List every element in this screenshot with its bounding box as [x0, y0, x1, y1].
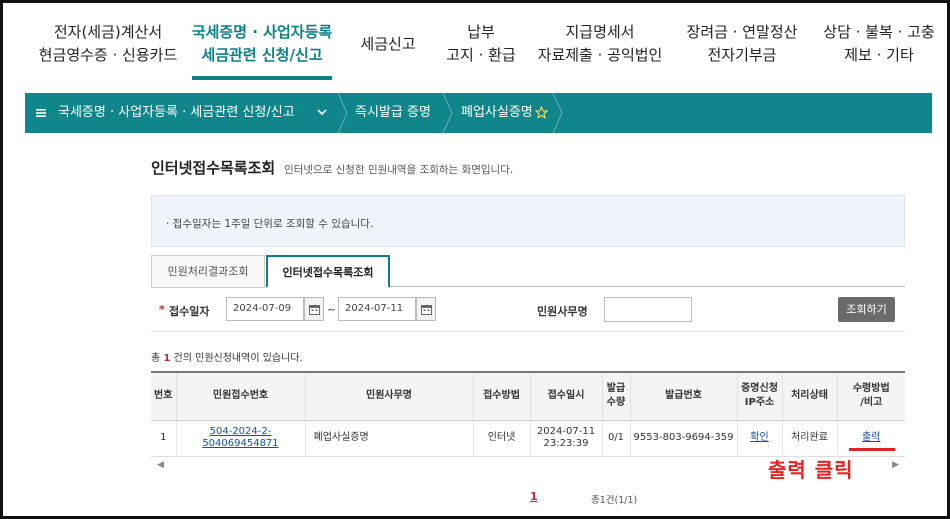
chevron-down-icon[interactable] — [317, 93, 327, 133]
breadcrumb-level3-label: 폐업사실증명 — [461, 105, 533, 120]
col-header-status: 처리상태 — [781, 371, 837, 421]
service-name-label: 민원사무명 — [537, 305, 588, 318]
col-header-ip-address: 증명신청 IP주소 — [736, 371, 782, 421]
topnav-item-line2: 세금관련 신청/신고 — [201, 46, 323, 64]
required-mark: * — [159, 303, 165, 316]
topnav-item-payment[interactable]: 납부 고지 · 환급 — [439, 21, 523, 67]
print-link-highlight — [849, 448, 895, 451]
scroll-left-icon[interactable]: ◀ — [157, 460, 164, 470]
cell-ip-address: 확인 — [736, 420, 782, 457]
result-table: 번호 민원접수번호 민원사무명 접수방법 접수일시 발급 수량 발급번호 증명신… — [151, 371, 905, 457]
scroll-right-icon[interactable]: ▶ — [892, 460, 899, 470]
topnav-item-line1: 지급명세서 — [565, 23, 635, 41]
cell-status: 처리완료 — [781, 420, 837, 457]
pagination-total: 총1건(1/1) — [591, 495, 638, 506]
print-link[interactable]: 출력 — [862, 432, 880, 443]
cell-service-name: 폐업사실증명 — [304, 420, 473, 457]
active-menu-underline — [192, 76, 332, 80]
annotation-text: 출력 클릭 — [768, 458, 854, 482]
date-to-input[interactable]: 2024-07-11 — [338, 297, 416, 321]
date-label: 접수일자 — [169, 305, 210, 318]
topnav-item-consulting[interactable]: 상담 · 불복 · 고충 제보 · 기타 — [817, 21, 941, 67]
topnav-item-e-invoice[interactable]: 전자(세금)계산서 현금영수증 · 신용카드 — [38, 21, 178, 67]
receipt-no-link[interactable]: 504-2024-2-504069454871 — [202, 426, 278, 449]
breadcrumb-separator — [442, 93, 453, 133]
breadcrumb-level2[interactable]: 즉시발급 증명 — [355, 93, 431, 133]
calendar-icon[interactable] — [304, 297, 324, 321]
breadcrumb: 국세증명 · 사업자등록 · 세금관련 신청/신고 즉시발급 증명 폐업사실증명 — [25, 93, 932, 133]
result-count-prefix: 총 — [151, 353, 164, 364]
breadcrumb-level1-label: 국세증명 · 사업자등록 · 세금관련 신청/신고 — [58, 105, 295, 120]
notice-box: · 접수일자는 1주일 단위로 조회할 수 있습니다. — [151, 195, 905, 247]
topnav-item-line1: 세금신고 — [360, 35, 416, 53]
page-title: 인터넷접수목록조회 — [151, 159, 276, 177]
tab-processing-result[interactable]: 민원처리결과조회 — [151, 255, 265, 288]
col-header-method: 접수방법 — [472, 371, 530, 421]
date-range-separator: ~ — [327, 303, 337, 316]
breadcrumb-level2-label: 즉시발급 증명 — [355, 105, 431, 120]
result-count-suffix: 건의 민원신청내역이 있습니다. — [170, 353, 303, 364]
pagination-current-page[interactable]: 1 — [530, 490, 538, 503]
tab-internet-receipt-list[interactable]: 인터넷접수목록조회 — [266, 255, 390, 288]
topnav-item-line2: 자료제출 · 공익법인 — [537, 46, 663, 64]
topnav-item-payment-statement[interactable]: 지급명세서 자료제출 · 공익법인 — [535, 21, 665, 67]
breadcrumb-separator — [337, 93, 348, 133]
topnav-item-line2: 전자기부금 — [707, 46, 777, 64]
topnav-item-line2: 제보 · 기타 — [844, 46, 914, 64]
topnav-item-incentive[interactable]: 장려금 · 연말정산 전자기부금 — [677, 21, 807, 67]
topnav-item-line1: 장려금 · 연말정산 — [686, 23, 798, 41]
topnav-item-tax-return[interactable]: 세금신고 — [350, 33, 426, 56]
topnav-item-line2: 현금영수증 · 신용카드 — [38, 46, 178, 64]
col-header-issue-no: 발급번호 — [629, 371, 737, 421]
notice-text: · 접수일자는 1주일 단위로 조회할 수 있습니다. — [166, 218, 374, 230]
service-name-input[interactable] — [604, 297, 692, 322]
page-description: 인터넷으로 신청한 민원내역을 조회하는 화면입니다. — [284, 164, 514, 176]
top-navigation: 전자(세금)계산서 현금영수증 · 신용카드 국세증명 · 사업자등록 세금관련… — [3, 3, 947, 89]
cell-issue-no: 9553-803-9694-359 — [629, 420, 737, 457]
cell-receipt-no: 504-2024-2-504069454871 — [175, 420, 305, 457]
table-row: 1 504-2024-2-504069454871 폐업사실증명 인터넷 202… — [151, 420, 905, 457]
cell-quantity: 0/1 — [601, 420, 630, 457]
cell-received-at: 2024-07-11 23:23:39 — [529, 420, 602, 457]
col-header-quantity: 발급 수량 — [601, 371, 630, 421]
result-count: 총 1 건의 민원신청내역이 있습니다. — [151, 349, 303, 364]
topnav-item-line1: 국세증명 · 사업자등록 — [191, 23, 333, 41]
breadcrumb-level1[interactable]: 국세증명 · 사업자등록 · 세금관련 신청/신고 — [58, 93, 295, 133]
hamburger-icon[interactable] — [36, 93, 46, 133]
topnav-item-line1: 전자(세금)계산서 — [53, 23, 163, 41]
calendar-icon[interactable] — [416, 297, 436, 321]
breadcrumb-level3[interactable]: 폐업사실증명 — [461, 93, 533, 133]
col-header-received-at: 접수일시 — [529, 371, 602, 421]
col-header-service-name: 민원사무명 — [304, 371, 473, 421]
star-outline-icon[interactable] — [534, 93, 549, 133]
col-header-number: 번호 — [151, 371, 176, 421]
table-header-row: 번호 민원접수번호 민원사무명 접수방법 접수일시 발급 수량 발급번호 증명신… — [151, 371, 905, 421]
topnav-item-line1: 상담 · 불복 · 고충 — [823, 23, 935, 41]
topnav-item-certificates[interactable]: 국세증명 · 사업자등록 세금관련 신청/신고 — [189, 21, 335, 67]
search-button[interactable]: 조회하기 — [838, 297, 895, 322]
topnav-item-line2: 고지 · 환급 — [446, 46, 516, 64]
topnav-item-line1: 납부 — [467, 23, 495, 41]
col-header-receive-method: 수령방법 /비고 — [836, 371, 905, 421]
cell-number: 1 — [151, 420, 176, 457]
date-from-input[interactable]: 2024-07-09 — [226, 297, 304, 321]
breadcrumb-separator — [552, 93, 563, 133]
ip-confirm-link[interactable]: 확인 — [750, 432, 768, 443]
col-header-receipt-no: 민원접수번호 — [175, 371, 305, 421]
cell-method: 인터넷 — [472, 420, 530, 457]
search-form: * 접수일자 2024-07-09 ~ 2024-07-11 민원사무명 조회하… — [151, 287, 905, 332]
